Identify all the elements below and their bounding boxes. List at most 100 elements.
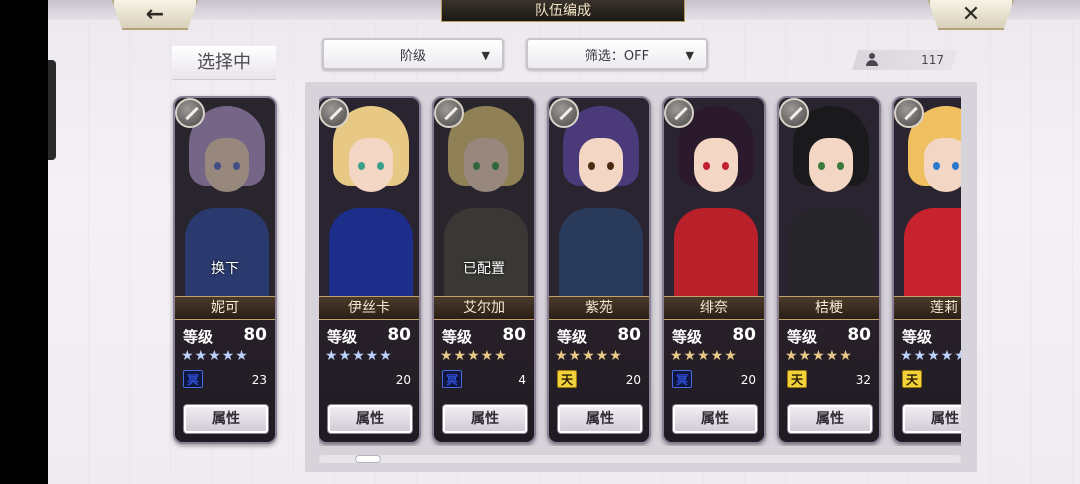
portrait-eye [703,162,710,170]
element-badge: 冥 [442,370,462,388]
character-card[interactable]: 伊丝卡 等级 80 ★★★★★ 20 属性 [319,96,421,444]
close-icon: ✕ [961,1,981,27]
level-value: 80 [502,325,526,345]
character-portrait [319,98,419,308]
level-label: 等级 [183,328,214,346]
character-info: 等级 80 ★★★★★ 冥 20 属性 [664,320,764,442]
portrait-eye [588,162,595,170]
level-label: 等级 [672,328,703,346]
horizontal-scrollbar[interactable] [319,455,961,463]
character-name: 伊丝卡 [319,296,419,320]
character-name: 莲莉 [894,296,961,320]
level-label: 等级 [442,328,473,346]
portrait-eye [377,162,384,170]
portrait-face [809,138,853,192]
card-status-overlay: 已配置 [463,261,505,277]
level-label: 等级 [557,328,588,346]
portrait-body [789,208,873,308]
weapon-type-icon [549,98,579,128]
character-name: 艾尔加 [434,296,534,320]
character-info: 等级 80 ★★★★★ 天 24 属性 [894,320,961,442]
rarity-stars: ★★★★★ [785,348,853,364]
character-card[interactable]: 绯奈 等级 80 ★★★★★ 冥 20 属性 [662,96,766,444]
unit-count-box: 117 [852,50,958,70]
team-formation-screen: ← 队伍编成 ✕ 选择中 阶级 ▼ 筛选：OFF ▼ 117 妮可 等级 80 … [48,0,1080,484]
weapon-type-icon [175,98,205,128]
portrait-body [329,208,413,308]
element-badge: 天 [902,370,922,388]
level-value: 80 [243,325,267,345]
card-status-overlay: 换下 [211,261,239,277]
filter-dropdown[interactable]: 筛选：OFF ▼ [526,38,708,70]
weapon-type-icon [779,98,809,128]
attributes-button[interactable]: 属性 [557,404,643,434]
user-icon [866,53,878,67]
character-name: 妮可 [175,296,275,320]
badge-count: 32 [855,373,871,387]
character-name: 紫苑 [549,296,649,320]
badge-count: 4 [518,373,526,387]
portrait-face [694,138,738,192]
portrait-eye [722,162,729,170]
portrait-eye [952,162,959,170]
character-card[interactable]: 紫苑 等级 80 ★★★★★ 天 20 属性 [547,96,651,444]
character-info: 等级 80 ★★★★★ 冥 4 属性 [434,320,534,442]
attributes-button[interactable]: 属性 [327,404,413,434]
rank-sort-dropdown[interactable]: 阶级 ▼ [322,38,504,70]
element-badge: 天 [557,370,577,388]
portrait-body [904,208,961,308]
rarity-stars: ★★★★★ [325,348,393,364]
character-card[interactable]: 莲莉 等级 80 ★★★★★ 天 24 属性 [892,96,961,444]
level-value: 80 [617,325,641,345]
back-button[interactable]: ← [112,0,198,30]
level-label: 等级 [787,328,818,346]
filter-label: 筛选：OFF [584,48,650,64]
character-info: 等级 80 ★★★★★ 天 32 属性 [779,320,879,442]
attributes-button[interactable]: 属性 [787,404,873,434]
weapon-type-icon [894,98,924,128]
weapon-type-icon [434,98,464,128]
portrait-face [349,138,393,192]
element-badge: 冥 [672,370,692,388]
character-card[interactable]: 桔梗 等级 80 ★★★★★ 天 32 属性 [777,96,881,444]
roster-list[interactable]: 伊丝卡 等级 80 ★★★★★ 20 属性 艾尔加 等级 80 ★★★★★ 冥 … [319,96,961,446]
element-badge: 天 [787,370,807,388]
portrait-body [559,208,643,308]
rarity-stars: ★★★★★ [900,348,961,364]
rarity-stars: ★★★★★ [555,348,623,364]
chevron-down-icon: ▼ [685,49,694,62]
badge-count: 20 [625,373,641,387]
scrollbar-thumb[interactable] [355,455,381,463]
portrait-body [674,208,758,308]
weapon-type-icon [319,98,349,128]
chevron-down-icon: ▼ [481,49,490,62]
character-info: 等级 80 ★★★★★ 天 20 属性 [549,320,649,442]
character-portrait [549,98,649,308]
level-value: 80 [387,325,411,345]
character-info: 等级 80 ★★★★★ 20 属性 [319,320,419,442]
character-card[interactable]: 艾尔加 等级 80 ★★★★★ 冥 4 属性 已配置 [432,96,536,444]
portrait-eye [933,162,940,170]
attributes-button[interactable]: 属性 [442,404,528,434]
level-value: 80 [847,325,871,345]
rank-sort-label: 阶级 [399,48,426,64]
portrait-eye [607,162,614,170]
badge-count: 23 [251,373,267,387]
portrait-eye [818,162,825,170]
unit-count: 117 [921,53,944,67]
level-label: 等级 [327,328,358,346]
portrait-eye [358,162,365,170]
character-portrait [779,98,879,308]
rarity-stars: ★★★★★ [181,348,249,364]
rarity-stars: ★★★★★ [670,348,738,364]
badge-count: 20 [395,373,411,387]
attributes-button[interactable]: 属性 [902,404,961,434]
back-arrow-icon: ← [145,1,165,27]
badge-count: 20 [740,373,756,387]
attributes-button[interactable]: 属性 [672,404,758,434]
attributes-button[interactable]: 属性 [183,404,269,434]
selected-character-card[interactable]: 妮可 等级 80 ★★★★★ 冥 23 属性 换下 [173,96,277,444]
level-value: 80 [732,325,756,345]
character-name: 桔梗 [779,296,879,320]
close-button[interactable]: ✕ [928,0,1014,30]
